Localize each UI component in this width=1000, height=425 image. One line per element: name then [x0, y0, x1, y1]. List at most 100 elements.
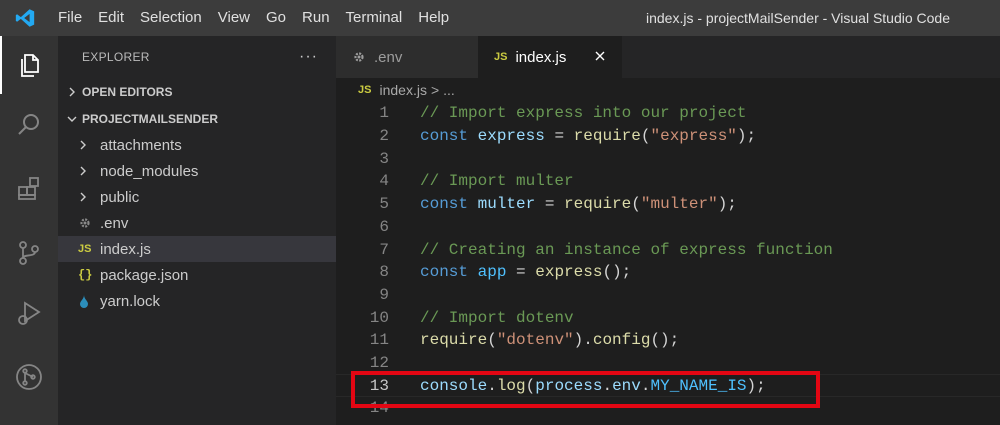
js-file-icon: JS: [358, 84, 372, 96]
tree-item-env[interactable]: .env: [58, 210, 336, 236]
chevron-right-icon: [64, 84, 80, 100]
line-number: 3: [379, 149, 389, 168]
tree-item-index-js[interactable]: JS index.js: [58, 236, 336, 262]
code-token: "express": [650, 127, 737, 146]
project-label: PROJECTMAILSENDER: [82, 111, 219, 126]
code-token: require: [564, 195, 632, 214]
open-editors-section[interactable]: OPEN EDITORS: [58, 78, 336, 105]
close-icon[interactable]: [592, 48, 608, 64]
code-token: const: [420, 263, 469, 282]
tab-env[interactable]: .env: [336, 36, 478, 78]
tree-item-attachments[interactable]: attachments: [58, 132, 336, 158]
tree-item-label: index.js: [100, 240, 151, 258]
tree-item-yarn-lock[interactable]: yarn.lock: [58, 288, 336, 314]
file-tree: attachments node_modulespublic .env JS index…: [58, 132, 336, 314]
tree-item-label: yarn.lock: [100, 292, 161, 310]
line-number: 7: [379, 240, 389, 259]
code-line: 10 // Import dotenv: [336, 306, 1000, 329]
code-line: 8 const app = express();: [336, 261, 1000, 284]
code-line: 5 const multer = require("multer");: [336, 193, 1000, 216]
code-token: // Import dotenv: [420, 308, 574, 327]
code-line: 3: [336, 147, 1000, 170]
gear-icon: [352, 50, 372, 64]
code-token: );: [736, 127, 757, 146]
line-number: 10: [369, 308, 389, 327]
code-token: );: [717, 195, 737, 214]
code-token: require: [573, 127, 641, 146]
gear-icon: [78, 216, 98, 230]
tree-item-label: package.json: [100, 266, 189, 284]
line-number: 11: [369, 331, 389, 350]
code-line: 9: [336, 284, 1000, 307]
menu-edit[interactable]: Edit: [90, 0, 132, 36]
tree-item-public[interactable]: public: [58, 184, 336, 210]
tree-item-package-json[interactable]: {} package.json: [58, 262, 336, 288]
menu-go[interactable]: Go: [258, 0, 294, 36]
code-text: require("dotenv").config();: [420, 331, 679, 349]
code-text: const express = require("express");: [420, 127, 756, 145]
code-text: // Creating an instance of express funct…: [420, 241, 833, 259]
line-number: 1: [379, 104, 389, 123]
more-actions-button[interactable]: ···: [299, 48, 318, 66]
menu-view[interactable]: View: [210, 0, 258, 36]
extensions-icon[interactable]: [0, 160, 58, 218]
explorer-sidebar: EXPLORER ··· OPEN EDITORS PROJECTMAILSEN…: [58, 36, 336, 425]
code-token: =: [544, 127, 574, 146]
code-text: // Import dotenv: [420, 309, 574, 327]
window-title: index.js - projectMailSender - Visual St…: [646, 10, 951, 26]
menu-help[interactable]: Help: [410, 0, 457, 36]
menu-bar: File Edit Selection View Go Run Terminal Help: [50, 0, 457, 36]
open-editors-label: OPEN EDITORS: [82, 84, 173, 99]
chevron-right-icon: [78, 166, 98, 176]
code-line: 1 // Import express into our project: [336, 102, 1000, 125]
tree-item-node-modules[interactable]: node_modules: [58, 158, 336, 184]
code-line: 6: [336, 216, 1000, 239]
code-token: express: [477, 127, 545, 146]
code-token: ).: [573, 331, 593, 350]
line-number: 8: [379, 263, 389, 282]
git-graph-icon[interactable]: [0, 348, 58, 406]
code-token: ();: [602, 263, 632, 282]
title-bar: File Edit Selection View Go Run Terminal Help i…: [0, 0, 1000, 36]
line-number: 4: [379, 172, 389, 191]
json-file-icon: {}: [78, 268, 93, 282]
vscode-logo-icon: [0, 0, 50, 36]
breadcrumb-file[interactable]: index.js: [379, 82, 426, 98]
menu-file[interactable]: File: [50, 0, 90, 36]
explorer-icon[interactable]: [0, 36, 58, 94]
tab-index-label: index.js: [515, 48, 567, 66]
chevron-down-icon: [64, 111, 80, 127]
tree-item-label: .env: [100, 214, 129, 232]
menu-selection[interactable]: Selection: [132, 0, 210, 36]
tree-item-label: node_modules: [100, 162, 199, 180]
code-token: "dotenv": [496, 331, 574, 350]
tree-item-label: public: [100, 188, 140, 206]
breadcrumb: JS index.js > ...: [336, 78, 1000, 102]
code-token: const: [420, 195, 469, 214]
menu-run[interactable]: Run: [294, 0, 338, 36]
project-section[interactable]: PROJECTMAILSENDER: [58, 105, 336, 132]
js-file-icon: JS: [78, 243, 92, 255]
menu-terminal[interactable]: Terminal: [338, 0, 411, 36]
line-number: 9: [379, 285, 389, 304]
code-token: // Creating an instance of express funct…: [420, 240, 833, 259]
search-icon[interactable]: [0, 96, 58, 154]
breadcrumb-rest[interactable]: ...: [443, 82, 455, 98]
line-number: 5: [379, 195, 389, 214]
breadcrumb-separator: >: [430, 82, 440, 98]
code-token: config: [592, 331, 651, 350]
code-line: 4 // Import multer: [336, 170, 1000, 193]
tree-item-label: attachments: [100, 136, 182, 154]
tab-env-label: .env: [374, 48, 403, 66]
code-line: 11 require("dotenv").config();: [336, 329, 1000, 352]
run-debug-icon[interactable]: [0, 284, 58, 342]
code-token: =: [506, 263, 536, 282]
source-control-icon[interactable]: [0, 224, 58, 282]
code-token: multer: [477, 195, 536, 214]
tab-index-js[interactable]: JS index.js: [478, 36, 622, 78]
js-file-icon: JS: [494, 51, 508, 63]
line-number: 2: [379, 127, 389, 146]
code-text: const app = express();: [420, 263, 631, 281]
code-token: =: [535, 195, 565, 214]
